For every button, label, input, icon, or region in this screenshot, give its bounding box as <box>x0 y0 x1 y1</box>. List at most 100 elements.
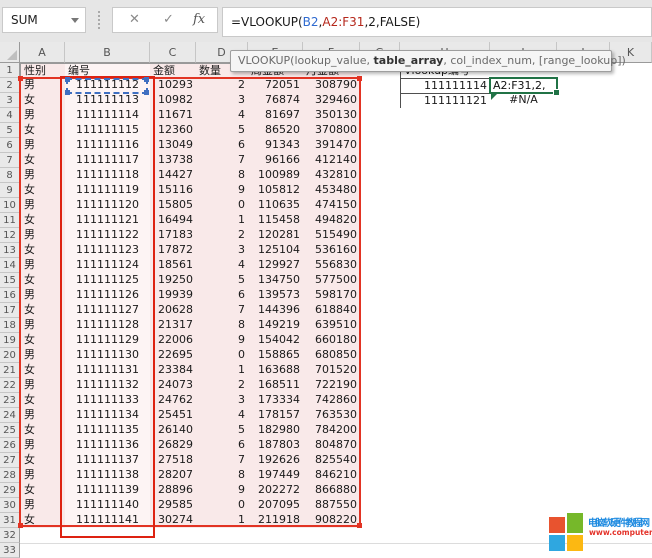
cell-I6[interactable] <box>490 138 558 154</box>
cell-H20[interactable] <box>400 348 491 364</box>
fill-handle[interactable] <box>553 89 560 96</box>
row-header-32[interactable]: 32 <box>0 528 20 543</box>
column-header-A[interactable]: A <box>20 42 65 63</box>
column-header-B[interactable]: B <box>65 42 150 63</box>
cell-G27[interactable] <box>360 453 401 469</box>
row-header-19[interactable]: 19 <box>0 333 20 348</box>
row-header-14[interactable]: 14 <box>0 258 20 273</box>
row-header-6[interactable]: 6 <box>0 138 20 153</box>
cell-K13[interactable] <box>610 243 652 259</box>
cell-J7[interactable] <box>557 153 611 169</box>
cell-I30[interactable] <box>490 498 558 514</box>
cell-K23[interactable] <box>610 393 652 409</box>
cell-I20[interactable] <box>490 348 558 364</box>
cell-F32[interactable] <box>303 528 361 544</box>
row-header-24[interactable]: 24 <box>0 408 20 423</box>
cell-K22[interactable] <box>610 378 652 394</box>
cell-E32[interactable] <box>248 528 304 544</box>
row-header-12[interactable]: 12 <box>0 228 20 243</box>
cell-H19[interactable] <box>400 333 491 349</box>
cell-I19[interactable] <box>490 333 558 349</box>
formula-input[interactable]: =VLOOKUP(B2,A2:F31,2,FALSE) <box>222 7 652 37</box>
cell-I13[interactable] <box>490 243 558 259</box>
cell-H13[interactable] <box>400 243 491 259</box>
cell-I31[interactable] <box>490 513 558 529</box>
cell-G4[interactable] <box>360 108 401 124</box>
cell-I21[interactable] <box>490 363 558 379</box>
cell-H15[interactable] <box>400 273 491 289</box>
cell-H21[interactable] <box>400 363 491 379</box>
cell-J29[interactable] <box>557 483 611 499</box>
cell-G15[interactable] <box>360 273 401 289</box>
cell-G19[interactable] <box>360 333 401 349</box>
cell-K21[interactable] <box>610 363 652 379</box>
cell-H10[interactable] <box>400 198 491 214</box>
cell-H27[interactable] <box>400 453 491 469</box>
cell-H16[interactable] <box>400 288 491 304</box>
cell-H8[interactable] <box>400 168 491 184</box>
cell-G29[interactable] <box>360 483 401 499</box>
cell-K11[interactable] <box>610 213 652 229</box>
cell-J6[interactable] <box>557 138 611 154</box>
cell-G17[interactable] <box>360 303 401 319</box>
cell-G2[interactable] <box>360 78 401 94</box>
cell-H11[interactable] <box>400 213 491 229</box>
name-box-dropdown-icon[interactable] <box>71 18 79 23</box>
row-header-1[interactable]: 1 <box>0 63 20 78</box>
cell-J16[interactable] <box>557 288 611 304</box>
row-header-7[interactable]: 7 <box>0 153 20 168</box>
cell-J28[interactable] <box>557 468 611 484</box>
row-header-20[interactable]: 20 <box>0 348 20 363</box>
cell-G18[interactable] <box>360 318 401 334</box>
reference-border-B2[interactable] <box>66 78 148 94</box>
cell-J17[interactable] <box>557 303 611 319</box>
cell-G7[interactable] <box>360 153 401 169</box>
cell-J14[interactable] <box>557 258 611 274</box>
cell-G10[interactable] <box>360 198 401 214</box>
cell-K7[interactable] <box>610 153 652 169</box>
cell-K30[interactable] <box>610 498 652 514</box>
cell-I8[interactable] <box>490 168 558 184</box>
cell-H18[interactable] <box>400 318 491 334</box>
row-header-29[interactable]: 29 <box>0 483 20 498</box>
cell-G25[interactable] <box>360 423 401 439</box>
cell-K14[interactable] <box>610 258 652 274</box>
cell-I9[interactable] <box>490 183 558 199</box>
column-header-C[interactable]: C <box>150 42 196 63</box>
cell-I5[interactable] <box>490 123 558 139</box>
row-header-31[interactable]: 31 <box>0 513 20 528</box>
cell-J8[interactable] <box>557 168 611 184</box>
row-header-22[interactable]: 22 <box>0 378 20 393</box>
cell-G11[interactable] <box>360 213 401 229</box>
cell-H12[interactable] <box>400 228 491 244</box>
lookup-value-2-cell[interactable]: 111111121 <box>400 93 491 109</box>
range-handle-icon[interactable] <box>357 523 362 528</box>
cell-K27[interactable] <box>610 453 652 469</box>
cell-I24[interactable] <box>490 408 558 424</box>
cell-K5[interactable] <box>610 123 652 139</box>
cell-J30[interactable] <box>557 498 611 514</box>
cell-J10[interactable] <box>557 198 611 214</box>
cell-H7[interactable] <box>400 153 491 169</box>
cell-H24[interactable] <box>400 408 491 424</box>
cell-K26[interactable] <box>610 438 652 454</box>
cell-J11[interactable] <box>557 213 611 229</box>
row-header-25[interactable]: 25 <box>0 423 20 438</box>
row-header-15[interactable]: 15 <box>0 273 20 288</box>
cell-J22[interactable] <box>557 378 611 394</box>
row-header-8[interactable]: 8 <box>0 168 20 183</box>
cell-G32[interactable] <box>360 528 401 544</box>
cell-I7[interactable] <box>490 153 558 169</box>
cell-I10[interactable] <box>490 198 558 214</box>
cell-H31[interactable] <box>400 513 491 529</box>
row-header-2[interactable]: 2 <box>0 78 20 93</box>
range-handle-icon[interactable] <box>357 76 362 81</box>
active-cell-I2[interactable]: A2:F31,2, <box>489 77 558 94</box>
cell-J12[interactable] <box>557 228 611 244</box>
cell-G23[interactable] <box>360 393 401 409</box>
row-header-10[interactable]: 10 <box>0 198 20 213</box>
cell-J9[interactable] <box>557 183 611 199</box>
cell-J19[interactable] <box>557 333 611 349</box>
cell-K12[interactable] <box>610 228 652 244</box>
cell-H28[interactable] <box>400 468 491 484</box>
